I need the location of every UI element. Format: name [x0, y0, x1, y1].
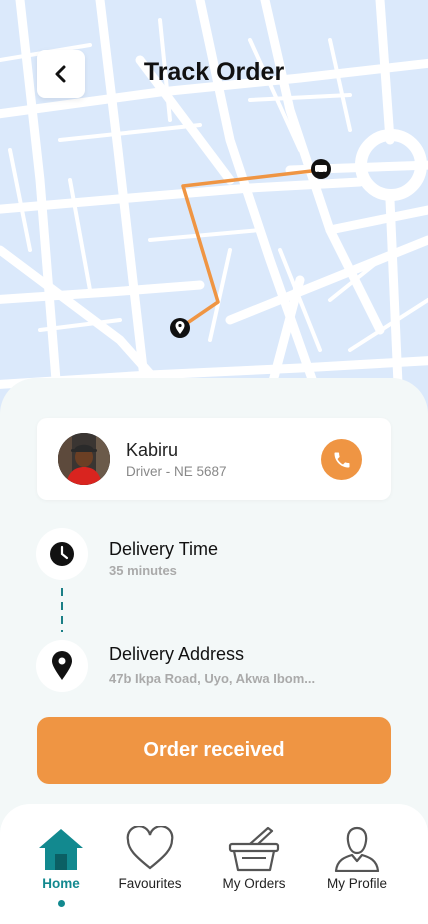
clock-icon [50, 542, 74, 566]
active-nav-indicator [58, 900, 65, 907]
driver-vehicle-number: Driver - NE 5687 [126, 464, 227, 479]
destination-marker-icon [170, 318, 190, 338]
delivery-address-icon-wrap [36, 640, 88, 692]
delivery-time-label: Delivery Time [109, 539, 219, 559]
nav-item-favourites[interactable]: Favourites [102, 826, 198, 891]
nav-label-favourites: Favourites [118, 876, 182, 891]
route-connector [61, 588, 63, 632]
location-pin-icon [52, 651, 72, 680]
vehicle-marker-icon [311, 159, 331, 179]
home-icon [39, 829, 83, 870]
page-title: Track Order [143, 58, 285, 86]
delivery-address-label: Delivery Address [109, 644, 245, 664]
call-driver-button[interactable] [321, 439, 362, 480]
bottom-nav: Home Favourites My Orders My Profile [0, 804, 428, 924]
profile-icon [334, 826, 380, 872]
driver-name: Kabiru [126, 440, 179, 460]
nav-label-home: Home [42, 876, 80, 891]
heart-icon [126, 826, 174, 870]
delivery-time-icon-wrap [36, 528, 88, 580]
delivery-address-value: 47b Ikpa Road, Uyo, Akwa Ibom... [109, 671, 316, 686]
nav-item-home[interactable]: Home [13, 826, 109, 891]
phone-icon [334, 452, 349, 467]
order-status-button[interactable]: Order received [37, 717, 391, 784]
driver-avatar [58, 433, 110, 485]
nav-item-my-orders[interactable]: My Orders [206, 826, 302, 891]
driver-card: Kabiru Driver - NE 5687 [37, 418, 391, 500]
nav-label-my-orders: My Orders [222, 876, 286, 891]
delivery-time-value: 35 minutes [109, 563, 177, 578]
nav-item-my-profile[interactable]: My Profile [309, 826, 405, 891]
basket-icon [228, 826, 280, 872]
nav-label-my-profile: My Profile [326, 876, 387, 891]
